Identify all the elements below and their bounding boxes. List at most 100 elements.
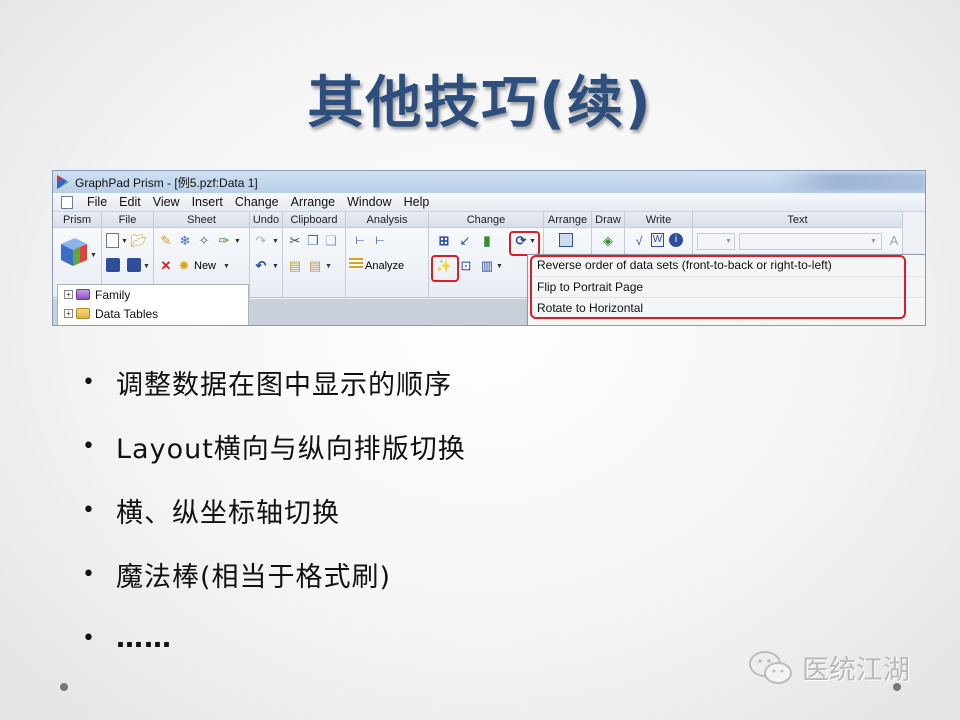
bullet-item: • 魔法棒(相当于格式刷)	[82, 542, 842, 606]
menu-file[interactable]: File	[81, 195, 113, 209]
group-label-change: Change	[429, 212, 543, 228]
chevron-down-icon[interactable]: ▼	[272, 238, 279, 245]
analyze-icon[interactable]	[349, 258, 363, 269]
menu-view[interactable]: View	[147, 195, 186, 209]
bullet-symbol: •	[82, 369, 95, 395]
navigator-item-data-tables[interactable]: + Data Tables	[58, 304, 248, 323]
new-file-icon[interactable]	[106, 233, 119, 248]
paste-icon[interactable]: ▤	[287, 258, 303, 274]
dropdown-highlight	[530, 255, 906, 319]
chevron-down-icon[interactable]: ▼	[143, 263, 150, 270]
pencil-icon[interactable]: ✎	[158, 233, 174, 249]
group-label-text: Text	[693, 212, 902, 228]
prism-logo-icon	[57, 175, 69, 189]
analyze-label[interactable]: Analyze	[365, 260, 404, 272]
change-bars-icon[interactable]: ▮	[479, 233, 495, 249]
chevron-down-icon[interactable]: ▼	[325, 263, 332, 270]
window-titlebar: GraphPad Prism - [例5.pzf:Data 1]	[53, 171, 925, 193]
chevron-down-icon[interactable]: ▼	[223, 263, 230, 270]
menu-window[interactable]: Window	[341, 195, 397, 209]
chevron-down-icon[interactable]: ▼	[272, 263, 279, 270]
rotate-button-highlight	[509, 231, 540, 256]
menu-insert[interactable]: Insert	[186, 195, 229, 209]
chevron-down-icon[interactable]: ▼	[90, 252, 97, 259]
new-sheet-label[interactable]: New	[194, 260, 216, 272]
menu-edit[interactable]: Edit	[113, 195, 147, 209]
copy-special-icon[interactable]: ❏	[323, 233, 339, 249]
analysis-table-icon[interactable]: ⊢	[372, 233, 388, 249]
open-folder-icon[interactable]: 📂︎	[131, 233, 148, 249]
group-label-prism: Prism	[53, 212, 101, 228]
info-icon[interactable]: i	[669, 233, 683, 247]
chevron-down-icon[interactable]: ▼	[121, 238, 128, 245]
group-label-undo: Undo	[250, 212, 282, 228]
wrench-icon[interactable]: ✧	[196, 233, 212, 249]
bullet-item: • Layout横向与纵向排版切换	[82, 414, 842, 478]
group-label-clipboard: Clipboard	[283, 212, 345, 228]
change-graph-type-icon[interactable]: ⊞	[436, 233, 452, 249]
word-icon[interactable]: W	[651, 233, 664, 247]
pin-icon[interactable]: ✑	[216, 233, 232, 249]
text-color-icon[interactable]: A	[886, 233, 902, 249]
group-clipboard: Clipboard ✂ ❐ ❏ ▤ ▤ ▼	[283, 212, 346, 297]
bullet-symbol: •	[82, 433, 95, 459]
watermark: 医统江湖	[748, 648, 910, 687]
watermark-text: 医统江湖	[802, 655, 910, 686]
window-title: GraphPad Prism - [例5.pzf:Data 1]	[75, 175, 258, 190]
group-label-draw: Draw	[592, 212, 624, 228]
navigator-panel: + Family + Data Tables	[57, 284, 249, 325]
draw-icon[interactable]: ◈	[600, 233, 616, 249]
chevron-down-icon[interactable]: ▼	[496, 263, 503, 270]
magic-wand-highlight	[431, 255, 459, 282]
menubar: File Edit View Insert Change Arrange Win…	[53, 193, 925, 212]
cut-icon[interactable]: ✂	[287, 233, 303, 249]
bullet-list: • 调整数据在图中显示的顺序 • Layout横向与纵向排版切换 • 横、纵坐标…	[82, 350, 842, 670]
redo-icon[interactable]: ↷	[253, 233, 269, 249]
undo-icon[interactable]: ↶	[253, 258, 269, 274]
arrange-icon[interactable]	[559, 233, 573, 247]
bullet-text: Layout横向与纵向排版切换	[116, 433, 466, 465]
chevron-down-icon[interactable]: ▼	[725, 238, 732, 245]
change-format-icon[interactable]: ⊡	[458, 258, 474, 274]
bullet-text: 魔法棒(相当于格式刷)	[116, 561, 392, 593]
bullet-text: 调整数据在图中显示的顺序	[116, 369, 452, 401]
new-sheet-icon[interactable]: ✸	[176, 258, 192, 274]
save-all-icon[interactable]	[127, 258, 141, 272]
prism-window: GraphPad Prism - [例5.pzf:Data 1] File Ed…	[52, 170, 926, 326]
corner-dot-left	[60, 683, 68, 691]
paste-special-icon[interactable]: ▤	[307, 258, 323, 274]
prism-cube-icon[interactable]	[59, 236, 89, 268]
change-data-icon[interactable]: ▥	[479, 258, 495, 274]
chevron-down-icon[interactable]: ▼	[870, 238, 877, 245]
chevron-down-icon[interactable]: ▼	[234, 238, 241, 245]
delete-icon[interactable]: ✕	[158, 258, 174, 274]
font-size-select[interactable]	[739, 233, 882, 250]
copy-icon[interactable]: ❐	[305, 233, 321, 249]
bullet-item: • 调整数据在图中显示的顺序	[82, 350, 842, 414]
menu-help[interactable]: Help	[398, 195, 436, 209]
save-icon[interactable]	[106, 258, 120, 272]
navigator-item-label: Family	[95, 287, 131, 302]
menu-arrange[interactable]: Arrange	[285, 195, 341, 209]
document-icon[interactable]	[61, 195, 73, 209]
bullet-symbol: •	[82, 625, 95, 651]
bullet-item: • ……	[82, 606, 842, 670]
group-undo: Undo ↷ ▼ ↶ ▼	[250, 212, 283, 297]
expand-icon[interactable]: +	[64, 309, 73, 318]
blurred-region	[775, 173, 925, 191]
bullet-item: • 横、纵坐标轴切换	[82, 478, 842, 542]
snowflake-icon[interactable]: ❄	[177, 233, 193, 249]
change-axis-icon[interactable]: ↙	[457, 233, 473, 249]
analysis-graph-icon[interactable]: ⊢	[352, 233, 368, 249]
bullet-symbol: •	[82, 497, 95, 523]
bullet-text: 横、纵坐标轴切换	[116, 497, 340, 529]
bullet-symbol: •	[82, 561, 95, 587]
group-label-sheet: Sheet	[154, 212, 249, 228]
expand-icon[interactable]: +	[64, 290, 73, 299]
navigator-item-family[interactable]: + Family	[58, 285, 248, 304]
menu-change[interactable]: Change	[229, 195, 285, 209]
folder-icon	[76, 308, 90, 319]
equation-icon[interactable]: √	[631, 233, 647, 249]
wechat-icon	[749, 650, 792, 684]
navigator-item-label: Data Tables	[95, 306, 159, 321]
